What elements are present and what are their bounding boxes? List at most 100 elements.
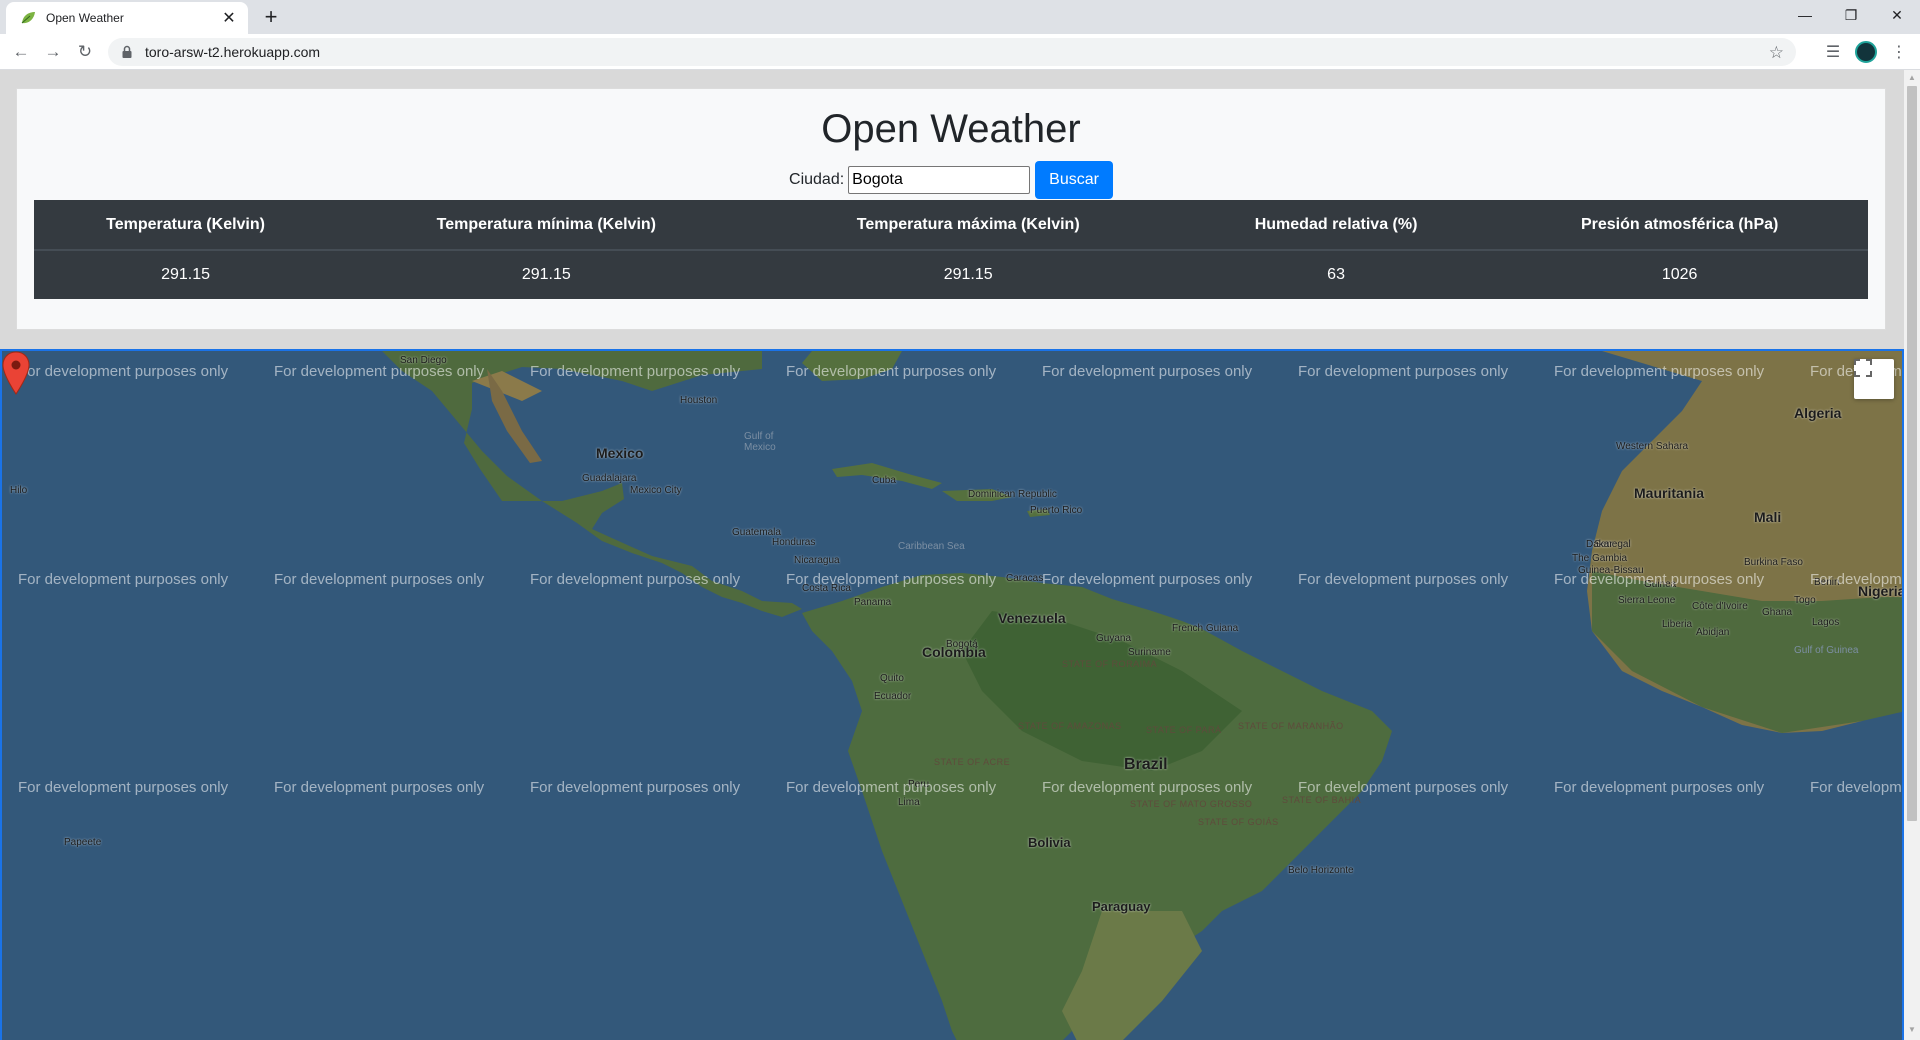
marker-city-label: Bogotá [946, 639, 978, 650]
watermark: For development purposes only [1298, 779, 1509, 796]
map-label: Cuba [872, 475, 896, 486]
avatar[interactable] [1855, 41, 1877, 63]
watermark: For development purposes only [786, 363, 997, 380]
kebab-menu-icon[interactable]: ⋮ [1886, 39, 1912, 65]
value-temperature: 291.15 [161, 266, 211, 283]
watermark: For development purposes only [1298, 363, 1509, 380]
map-label: Ecuador [874, 691, 912, 702]
scroll-down-icon[interactable]: ▼ [1908, 1026, 1916, 1034]
header-temperature: Temperatura (Kelvin) [34, 200, 338, 251]
map-label: The Gambia [1572, 553, 1628, 564]
map-label: Belo Horizonte [1288, 865, 1354, 876]
watermark: For development purposes only [1810, 779, 1902, 796]
map-label: Gulf of Mexico [744, 431, 776, 453]
map-label: Burkina Faso [1744, 557, 1803, 568]
map-label: Paraguay [1092, 899, 1151, 914]
watermark: For development purposes only [18, 363, 229, 380]
vertical-scrollbar[interactable]: ▲ ▼ [1904, 70, 1920, 1040]
map-land [382, 351, 1902, 1040]
back-arrow-icon[interactable]: ← [8, 39, 34, 65]
watermark: For development purposes only [1810, 571, 1902, 588]
forward-arrow-icon[interactable]: → [40, 39, 66, 65]
close-icon[interactable]: ✕ [220, 9, 238, 27]
map-label: Western Sahara [1616, 441, 1689, 452]
map-label: Venezuela [998, 610, 1066, 626]
watermark: For development purposes only [1554, 571, 1765, 588]
map-label: Quito [880, 673, 904, 684]
star-icon[interactable]: ☆ [1769, 43, 1784, 63]
watermark: For development purposes only [1298, 571, 1509, 588]
fullscreen-button[interactable] [1854, 359, 1894, 399]
map-label: Papeete [64, 837, 102, 848]
value-min-temperature: 291.15 [521, 266, 571, 283]
table-header-row: Temperatura (Kelvin) Temperatura mínima … [34, 200, 1868, 251]
watermark: For development purposes only [786, 571, 997, 588]
map-label: Guadalajara [582, 473, 637, 484]
map-label: Dakar [1586, 539, 1613, 550]
watermark: For development purposes only [1042, 571, 1253, 588]
map-label: Brazil [1124, 756, 1168, 773]
map-label: Mexico [596, 445, 644, 461]
header-humidity: Humedad relativa (%) [1180, 200, 1492, 251]
header-pressure: Presión atmosférica (hPa) [1491, 200, 1868, 251]
map-label: Panama [854, 597, 892, 608]
window-close-icon[interactable]: ✕ [1874, 0, 1920, 30]
map-label: Algeria [1794, 405, 1842, 421]
map-label: Ghana [1762, 607, 1793, 618]
map-label: Puerto Rico [1030, 505, 1083, 516]
map-label: Caribbean Sea [898, 541, 965, 552]
page-viewport: Open Weather Ciudad: Buscar Temperatura … [0, 70, 1904, 1040]
map-label: Bolivia [1028, 835, 1071, 850]
value-pressure: 1026 [1661, 266, 1698, 283]
tab-title: Open Weather [46, 11, 124, 25]
minimize-icon[interactable]: — [1782, 0, 1828, 30]
watermark: For development purposes only [530, 363, 741, 380]
map-label: Houston [680, 395, 718, 406]
map-label: Lima [898, 797, 920, 808]
media-queue-icon[interactable]: ☰ [1820, 39, 1846, 65]
weather-panel: Open Weather Ciudad: Buscar Temperatura … [16, 88, 1886, 330]
map-label: Dominican Republic [968, 489, 1057, 500]
watermark: For development purposes only [18, 571, 229, 588]
plus-icon[interactable]: + [258, 4, 284, 30]
watermark: For development purposes only [1042, 363, 1253, 380]
reload-icon[interactable]: ↻ [72, 39, 98, 65]
map-label: Guyana [1096, 633, 1132, 644]
watermark: For development purposes only [530, 571, 741, 588]
map-view[interactable]: Mexico Cuba Venezuela Colombia Brazil Pe… [0, 349, 1904, 1040]
browser-toolbar: ← → ↻ toro-arsw-t2.herokuapp.com ☆ ☰ ⋮ [0, 34, 1920, 70]
map-label: Abidjan [1696, 627, 1730, 638]
map-label: Liberia [1662, 619, 1693, 630]
map-label: Caracas [1006, 573, 1044, 584]
scroll-up-icon[interactable]: ▲ [1908, 74, 1916, 82]
browser-tab[interactable]: Open Weather ✕ [6, 2, 248, 34]
restore-icon[interactable]: ❐ [1828, 0, 1874, 30]
scroll-thumb[interactable] [1907, 86, 1917, 821]
weather-table: Temperatura (Kelvin) Temperatura mínima … [34, 200, 1868, 299]
value-max-temperature: 291.15 [943, 266, 993, 283]
map-label: Honduras [772, 537, 816, 548]
header-min-temperature: Temperatura mínima (Kelvin) [337, 200, 756, 251]
table-row: 291.15 291.15 291.15 63 1026 [34, 250, 1868, 299]
url-text: toro-arsw-t2.herokuapp.com [145, 44, 321, 60]
map-label: Hilo [10, 485, 28, 496]
watermark: For development purposes only [274, 363, 485, 380]
map-label: Togo [1794, 595, 1816, 606]
watermark: For development purposes only [274, 779, 485, 796]
fullscreen-icon [1854, 359, 1872, 377]
map-label: Nicaragua [794, 555, 840, 566]
value-humidity: 63 [1327, 266, 1345, 283]
watermark: For development purposes only [1042, 779, 1253, 796]
city-input[interactable] [848, 166, 1031, 194]
watermark: For development purposes only [530, 779, 741, 796]
page-title: Open Weather [821, 107, 1081, 151]
map-label: Gulf of Guinea [1794, 645, 1859, 656]
map-label: Mexico City [630, 485, 682, 496]
address-bar[interactable]: toro-arsw-t2.herokuapp.com ☆ [108, 38, 1796, 66]
watermark: For development purposes only [1554, 779, 1765, 796]
city-label: Ciudad: [789, 171, 845, 188]
search-button[interactable]: Buscar [1035, 161, 1113, 199]
map-label: French Guiana [1172, 623, 1239, 634]
watermark: For development purposes only [1554, 363, 1765, 380]
map-marker-icon[interactable] [2, 351, 30, 395]
